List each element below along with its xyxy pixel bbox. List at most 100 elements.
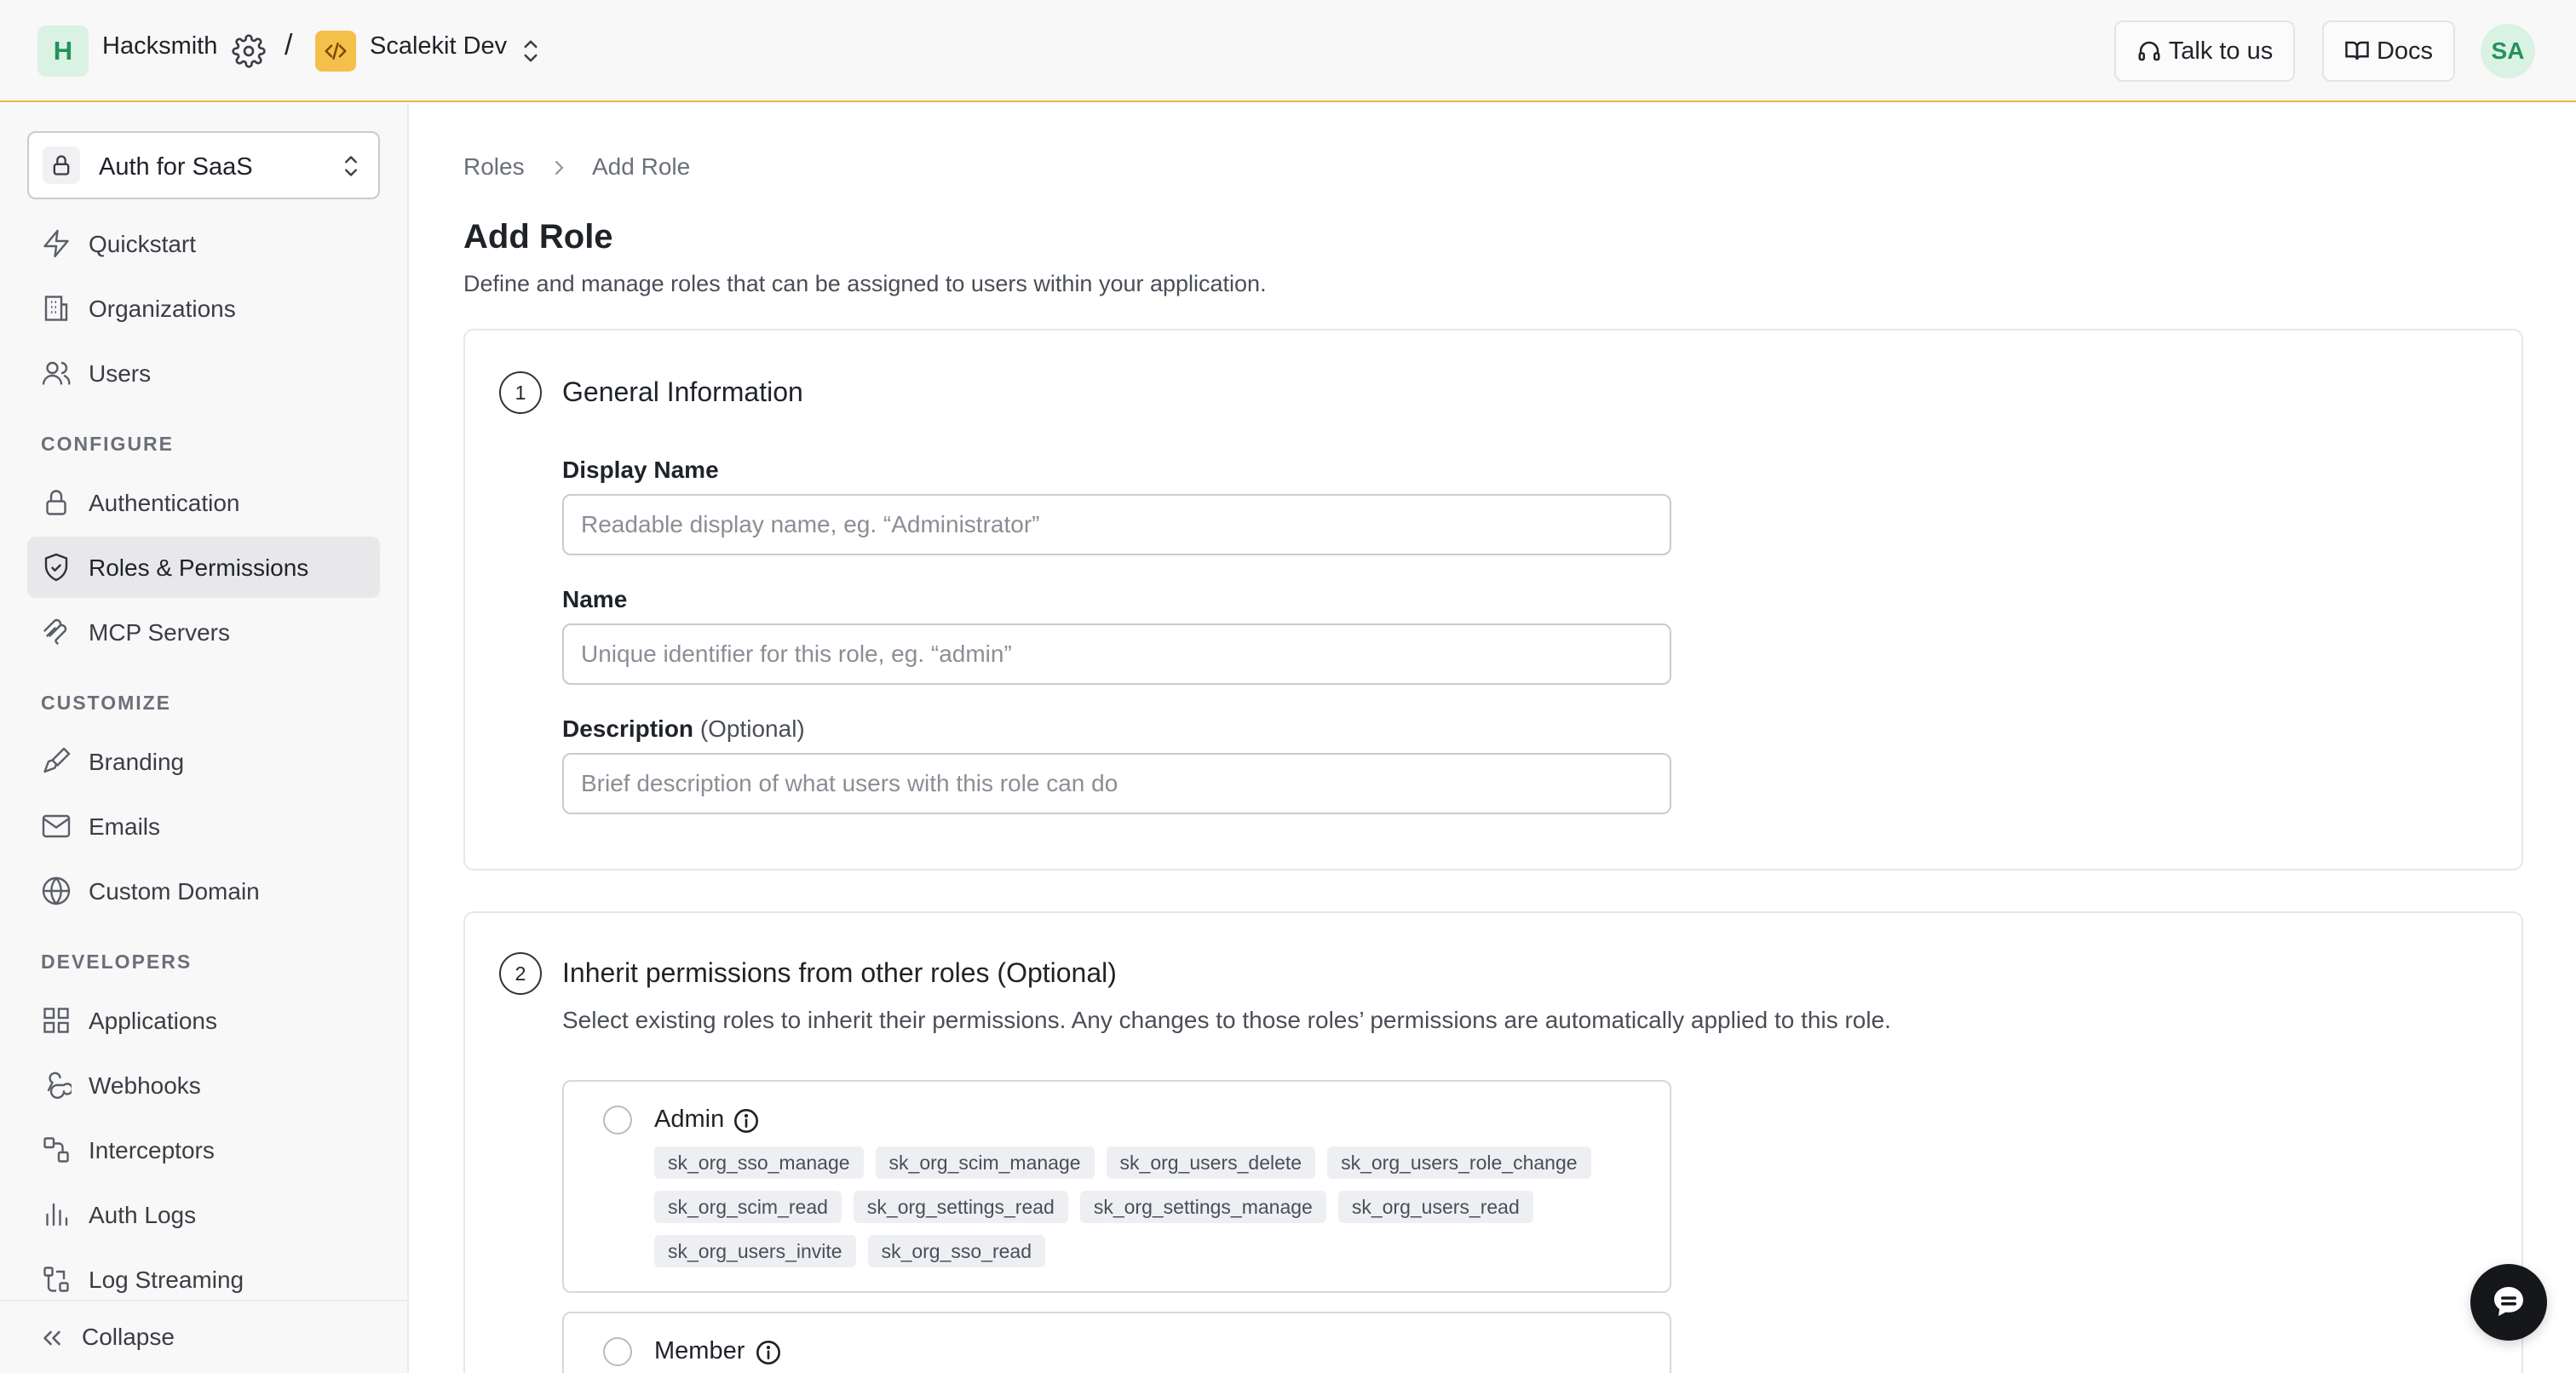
log-stream-icon xyxy=(43,1267,69,1292)
building-icon xyxy=(44,296,68,321)
chevrons-up-down-icon xyxy=(345,156,357,176)
sidebar-item-authentication[interactable]: Authentication xyxy=(27,472,380,533)
code-icon xyxy=(315,31,356,72)
sidebar-item-label: Webhooks xyxy=(89,1072,201,1099)
sidebar-item-webhooks[interactable]: Webhooks xyxy=(27,1054,380,1116)
chat-support-button[interactable] xyxy=(2470,1264,2547,1341)
environment-name[interactable]: Scalekit Dev xyxy=(370,32,507,60)
info-icon[interactable] xyxy=(755,1339,782,1366)
sidebar-item-label: Interceptors xyxy=(89,1137,215,1163)
sidebar-item-custom-domain[interactable]: Custom Domain xyxy=(27,860,380,922)
section-subtitle: Select existing roles to inherit their p… xyxy=(562,1007,1891,1033)
sidebar-item-branding[interactable]: Branding xyxy=(27,731,380,792)
docs-label: Docs xyxy=(2376,37,2434,65)
user-avatar[interactable]: SA xyxy=(2481,24,2535,78)
breadcrumb-roles-link[interactable]: Roles xyxy=(463,153,525,180)
section-title: Inherit permissions from other roles (Op… xyxy=(562,957,1117,988)
permission-chip: sk_org_settings_read xyxy=(853,1191,1068,1223)
sidebar-item-emails[interactable]: Emails xyxy=(27,796,380,857)
sidebar-item-label: Roles & Permissions xyxy=(89,554,309,581)
mail-icon xyxy=(42,814,71,838)
sidebar-item-label: Quickstart xyxy=(89,231,197,257)
sidebar-item-label: Emails xyxy=(89,813,161,840)
sidebar-item-auth-logs[interactable]: Auth Logs xyxy=(27,1184,380,1245)
sidebar-item-quickstart[interactable]: Quickstart xyxy=(27,213,380,274)
grid-icon xyxy=(43,1008,69,1033)
display-name-label: Display Name xyxy=(562,457,719,483)
sidebar-item-label: MCP Servers xyxy=(89,619,230,646)
role-option-member[interactable]: Member xyxy=(562,1312,1671,1373)
sidebar-item-label: Branding xyxy=(89,749,185,775)
section-title: General Information xyxy=(562,376,803,407)
permission-chips: sk_org_sso_manage sk_org_scim_manage sk_… xyxy=(654,1146,1642,1267)
chat-bubble-icon xyxy=(2494,1287,2523,1316)
mcp-icon xyxy=(43,618,67,645)
permission-chip: sk_org_settings_manage xyxy=(1079,1191,1326,1223)
role-option-admin[interactable]: Admin sk_org_sso_manage sk_org_scim_mana… xyxy=(562,1080,1671,1293)
inherit-permissions-card: 2 Inherit permissions from other roles (… xyxy=(463,911,2523,1373)
breadcrumb-separator: / xyxy=(285,29,293,61)
breadcrumb-current: Add Role xyxy=(592,153,691,180)
description-label-text: Description xyxy=(562,715,694,742)
sidebar-item-roles-permissions[interactable]: Roles & Permissions xyxy=(27,537,380,598)
lock-icon xyxy=(46,490,66,515)
globe-icon xyxy=(42,876,71,905)
info-icon[interactable] xyxy=(733,1107,760,1135)
talk-to-us-label: Talk to us xyxy=(2168,37,2274,65)
collapse-label: Collapse xyxy=(82,1324,175,1350)
gear-icon[interactable] xyxy=(232,34,266,68)
product-selector[interactable]: Auth for SaaS xyxy=(27,131,380,199)
bar-chart-icon xyxy=(46,1203,68,1227)
role-name: Member xyxy=(654,1337,745,1364)
name-label: Name xyxy=(562,586,628,612)
paintbrush-icon xyxy=(43,747,71,773)
sidebar-item-applications[interactable]: Applications xyxy=(27,990,380,1051)
section-label-developers: DEVELOPERS xyxy=(41,951,193,973)
book-open-icon xyxy=(2345,41,2369,60)
sidebar-item-organizations[interactable]: Organizations xyxy=(27,278,380,339)
general-information-card: 1 General Information Display Name Name … xyxy=(463,329,2523,870)
sidebar-item-mcp-servers[interactable]: MCP Servers xyxy=(27,601,380,663)
headphones-icon xyxy=(2138,41,2160,61)
permission-chip: sk_org_users_delete xyxy=(1106,1146,1316,1179)
description-input[interactable] xyxy=(562,753,1671,814)
step-number: 1 xyxy=(499,371,542,414)
sidebar-item-interceptors[interactable]: Interceptors xyxy=(27,1119,380,1181)
radio-button[interactable] xyxy=(603,1106,632,1135)
permission-chip: sk_org_scim_manage xyxy=(875,1146,1095,1179)
sidebar-item-label: Applications xyxy=(89,1008,217,1034)
sidebar-item-label: Users xyxy=(89,360,152,387)
sidebar-item-label: Organizations xyxy=(89,296,236,322)
permission-chip: sk_org_users_role_change xyxy=(1327,1146,1591,1179)
interceptor-icon xyxy=(43,1137,69,1163)
lightning-icon xyxy=(43,229,69,258)
users-icon xyxy=(42,361,71,385)
webhook-icon xyxy=(47,1071,72,1100)
lock-icon xyxy=(43,146,80,184)
chevron-right-icon xyxy=(555,161,564,175)
permission-chip: sk_org_sso_read xyxy=(867,1235,1046,1267)
permission-chip: sk_org_sso_manage xyxy=(654,1146,864,1179)
sidebar-item-label: Auth Logs xyxy=(89,1202,197,1228)
chevrons-up-down-icon[interactable] xyxy=(518,36,543,66)
docs-button[interactable]: Docs xyxy=(2322,20,2455,82)
shield-check-icon xyxy=(44,553,68,582)
sidebar-item-label: Authentication xyxy=(89,490,240,516)
permission-chip: sk_org_users_invite xyxy=(654,1235,856,1267)
top-bar: H Hacksmith / Scalekit Dev Talk to us Do… xyxy=(0,0,2576,102)
step-number: 2 xyxy=(499,952,542,995)
workspace-avatar[interactable]: H xyxy=(37,26,89,77)
sidebar-item-users[interactable]: Users xyxy=(27,342,380,404)
sidebar: Auth for SaaS Quickstart Organizations U… xyxy=(0,104,409,1373)
talk-to-us-button[interactable]: Talk to us xyxy=(2114,20,2295,82)
sidebar-item-label: Custom Domain xyxy=(89,878,260,905)
collapse-button[interactable]: Collapse xyxy=(0,1300,407,1373)
page-title: Add Role xyxy=(463,218,613,256)
product-label: Auth for SaaS xyxy=(99,153,253,181)
radio-button[interactable] xyxy=(603,1337,632,1366)
permission-chip: sk_org_scim_read xyxy=(654,1191,842,1223)
workspace-name[interactable]: Hacksmith xyxy=(102,32,217,60)
display-name-input[interactable] xyxy=(562,494,1671,555)
name-input[interactable] xyxy=(562,623,1671,685)
optional-tag: (Optional) xyxy=(699,715,805,742)
